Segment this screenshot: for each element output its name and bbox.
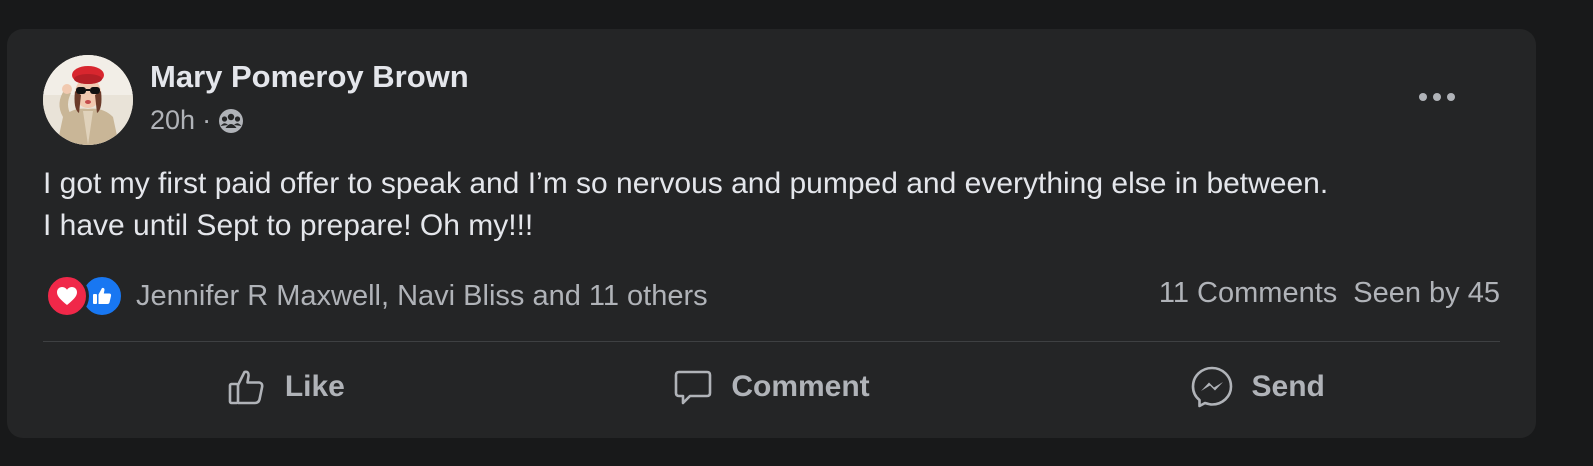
author-avatar[interactable] xyxy=(43,55,133,145)
post-actions: Like Comment Send xyxy=(43,357,1500,417)
seen-by-count[interactable]: Seen by 45 xyxy=(1353,277,1500,310)
action-divider xyxy=(43,341,1500,342)
post-time[interactable]: 20h xyxy=(150,105,195,136)
group-audience-icon[interactable] xyxy=(217,107,245,135)
comment-bubble-icon xyxy=(675,370,712,405)
meta-separator: · xyxy=(202,105,212,135)
like-label: Like xyxy=(284,370,345,403)
comment-button[interactable]: Comment xyxy=(529,357,1015,417)
post-card: Mary Pomeroy Brown 20h · I got my first … xyxy=(7,29,1536,438)
love-reaction-icon xyxy=(45,274,89,318)
post-text-line: I got my first paid offer to speak and I… xyxy=(43,167,1329,200)
reactions-summary[interactable]: Jennifer R Maxwell, Navi Bliss and 11 ot… xyxy=(45,274,708,318)
avatar-image xyxy=(43,55,133,145)
reaction-names[interactable]: Jennifer R Maxwell, Navi Bliss and 11 ot… xyxy=(136,280,708,313)
post-body: I got my first paid offer to speak and I… xyxy=(43,163,1513,247)
send-label: Send xyxy=(1251,370,1325,403)
thumbs-up-icon xyxy=(228,370,264,405)
post-text-line: I have until Sept to prepare! Oh my!!! xyxy=(43,209,534,242)
author-name[interactable]: Mary Pomeroy Brown xyxy=(150,59,469,95)
messenger-icon xyxy=(1191,366,1232,408)
send-button[interactable]: Send xyxy=(1014,357,1500,417)
like-button[interactable]: Like xyxy=(43,357,529,417)
more-horizontal-icon xyxy=(1419,93,1455,101)
post-meta: 20h · xyxy=(150,105,245,136)
comments-count[interactable]: 11 Comments xyxy=(1159,277,1337,310)
comment-label: Comment xyxy=(731,370,870,403)
post-stats: 11 Comments Seen by 45 xyxy=(1159,277,1500,310)
more-options-button[interactable] xyxy=(1409,77,1465,117)
